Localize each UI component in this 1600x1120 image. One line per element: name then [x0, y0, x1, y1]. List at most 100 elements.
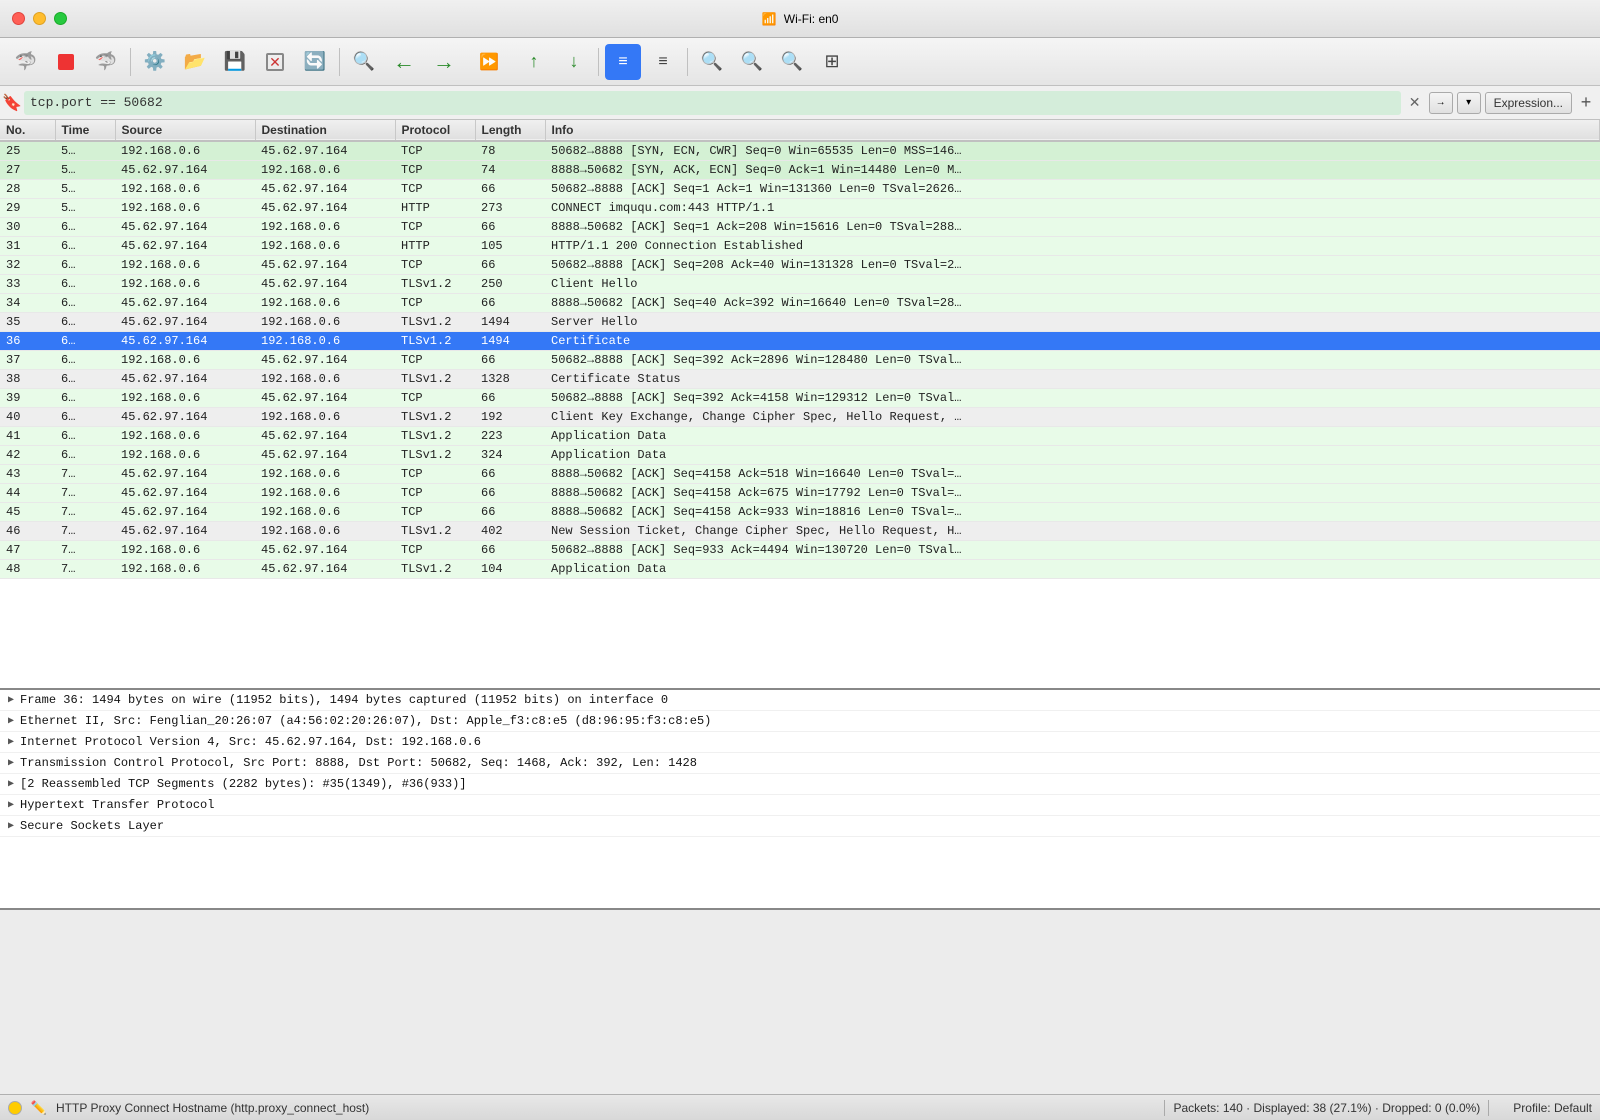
back-btn[interactable]: ← — [386, 44, 422, 80]
scroll-up-btn[interactable]: ↑ — [516, 44, 552, 80]
table-row[interactable]: 386…45.62.97.164192.168.0.6TLSv1.21328Ce… — [0, 370, 1600, 389]
columns-btn[interactable]: ⊞ — [814, 44, 850, 80]
cell-proto: TLSv1.2 — [395, 332, 475, 351]
table-row[interactable]: 356…45.62.97.164192.168.0.6TLSv1.21494Se… — [0, 313, 1600, 332]
close-window-btn[interactable] — [12, 12, 25, 25]
table-row[interactable]: 477…192.168.0.645.62.97.164TCP6650682→88… — [0, 541, 1600, 560]
collapse-all-btn[interactable]: ≡ — [645, 44, 681, 80]
table-row[interactable]: 255…192.168.0.645.62.97.164TCP7850682→88… — [0, 141, 1600, 161]
detail-item[interactable]: ▶Internet Protocol Version 4, Src: 45.62… — [0, 732, 1600, 753]
table-row[interactable]: 326…192.168.0.645.62.97.164TCP6650682→88… — [0, 256, 1600, 275]
cell-len: 192 — [475, 408, 545, 427]
table-row[interactable]: 487…192.168.0.645.62.97.164TLSv1.2104App… — [0, 560, 1600, 579]
settings-btn[interactable]: ⚙️ — [137, 44, 173, 80]
cell-proto: TCP — [395, 351, 475, 370]
cell-dst: 192.168.0.6 — [255, 294, 395, 313]
col-header-time: Time — [55, 120, 115, 141]
close-file-btn[interactable]: ✕ — [257, 44, 293, 80]
table-row[interactable]: 306…45.62.97.164192.168.0.6TCP668888→506… — [0, 218, 1600, 237]
filter-dropdown-btn[interactable]: ▾ — [1457, 92, 1481, 114]
zoom-in-btn[interactable]: 🔍 — [694, 44, 730, 80]
cell-time: 7… — [55, 560, 115, 579]
cell-src: 192.168.0.6 — [115, 256, 255, 275]
goto-icon: ⏩ — [479, 52, 499, 72]
detail-item[interactable]: ▶Ethernet II, Src: Fenglian_20:26:07 (a4… — [0, 711, 1600, 732]
detail-item[interactable]: ▶Secure Sockets Layer — [0, 816, 1600, 837]
table-row[interactable]: 366…45.62.97.164192.168.0.6TLSv1.21494Ce… — [0, 332, 1600, 351]
table-row[interactable]: 295…192.168.0.645.62.97.164HTTP273CONNEC… — [0, 199, 1600, 218]
start-capture-btn[interactable]: 🦈 — [8, 44, 44, 80]
table-row[interactable]: 426…192.168.0.645.62.97.164TLSv1.2324App… — [0, 446, 1600, 465]
cell-no: 40 — [0, 408, 55, 427]
cell-src: 45.62.97.164 — [115, 218, 255, 237]
goto-btn[interactable]: ⏩ — [466, 44, 512, 80]
detail-item[interactable]: ▶Frame 36: 1494 bytes on wire (11952 bit… — [0, 690, 1600, 711]
cell-no: 33 — [0, 275, 55, 294]
filter-bookmark-icon: 🔖 — [4, 95, 20, 111]
toolbar: 🦈 🦈 ⚙️ 📂 💾 ✕ 🔄 🔍 ← → ⏩ ↑ — [0, 38, 1600, 86]
packet-list-container: No. Time Source Destination Protocol Len… — [0, 120, 1600, 690]
table-row[interactable]: 406…45.62.97.164192.168.0.6TLSv1.2192Cli… — [0, 408, 1600, 427]
table-row[interactable]: 447…45.62.97.164192.168.0.6TCP668888→506… — [0, 484, 1600, 503]
save-btn[interactable]: 💾 — [217, 44, 253, 80]
statusbar: ✏️ HTTP Proxy Connect Hostname (http.pro… — [0, 1094, 1600, 1120]
forward-arrow-icon: → — [433, 49, 455, 75]
cell-dst: 192.168.0.6 — [255, 237, 395, 256]
maximize-window-btn[interactable] — [54, 12, 67, 25]
filter-input[interactable] — [24, 91, 1401, 115]
cell-time: 7… — [55, 541, 115, 560]
cell-src: 192.168.0.6 — [115, 141, 255, 161]
table-row[interactable]: 416…192.168.0.645.62.97.164TLSv1.2223App… — [0, 427, 1600, 446]
cell-proto: TCP — [395, 503, 475, 522]
col-header-dst: Destination — [255, 120, 395, 141]
cell-src: 192.168.0.6 — [115, 389, 255, 408]
table-row[interactable]: 376…192.168.0.645.62.97.164TCP6650682→88… — [0, 351, 1600, 370]
table-row[interactable]: 396…192.168.0.645.62.97.164TCP6650682→88… — [0, 389, 1600, 408]
filter-plus-btn[interactable]: + — [1576, 93, 1596, 113]
table-row[interactable]: 346…45.62.97.164192.168.0.6TCP668888→506… — [0, 294, 1600, 313]
status-edit-btn[interactable]: ✏️ — [30, 1099, 48, 1117]
cell-proto: TCP — [395, 180, 475, 199]
forward-btn[interactable]: → — [426, 44, 462, 80]
cell-src: 45.62.97.164 — [115, 370, 255, 389]
table-row[interactable]: 437…45.62.97.164192.168.0.6TCP668888→506… — [0, 465, 1600, 484]
restart-capture-btn[interactable]: 🦈 — [88, 44, 124, 80]
cell-len: 66 — [475, 541, 545, 560]
table-row[interactable]: 467…45.62.97.164192.168.0.6TLSv1.2402New… — [0, 522, 1600, 541]
edit-icon: ✏️ — [31, 1100, 47, 1115]
detail-item[interactable]: ▶Transmission Control Protocol, Src Port… — [0, 753, 1600, 774]
expand-all-btn[interactable]: ≡ — [605, 44, 641, 80]
table-row[interactable]: 285…192.168.0.645.62.97.164TCP6650682→88… — [0, 180, 1600, 199]
cell-no: 32 — [0, 256, 55, 275]
table-row[interactable]: 316…45.62.97.164192.168.0.6HTTP105HTTP/1… — [0, 237, 1600, 256]
cell-info: 8888→50682 [ACK] Seq=4158 Ack=933 Win=18… — [545, 503, 1600, 522]
status-left-text: HTTP Proxy Connect Hostname (http.proxy_… — [56, 1101, 1156, 1115]
cell-src: 45.62.97.164 — [115, 313, 255, 332]
cell-no: 36 — [0, 332, 55, 351]
open-file-btn[interactable]: 📂 — [177, 44, 213, 80]
cell-time: 6… — [55, 408, 115, 427]
table-row[interactable]: 457…45.62.97.164192.168.0.6TCP668888→506… — [0, 503, 1600, 522]
expression-btn[interactable]: Expression... — [1485, 92, 1572, 114]
minimize-window-btn[interactable] — [33, 12, 46, 25]
cell-src: 45.62.97.164 — [115, 465, 255, 484]
filter-arrow-btn[interactable]: → — [1429, 92, 1453, 114]
reload-btn[interactable]: 🔄 — [297, 44, 333, 80]
detail-item[interactable]: ▶Hypertext Transfer Protocol — [0, 795, 1600, 816]
stop-capture-btn[interactable] — [48, 44, 84, 80]
search-btn[interactable]: 🔍 — [346, 44, 382, 80]
filter-clear-btn[interactable]: ✕ — [1405, 93, 1425, 113]
cell-no: 34 — [0, 294, 55, 313]
cell-time: 6… — [55, 237, 115, 256]
packet-list-scroll[interactable]: No. Time Source Destination Protocol Len… — [0, 120, 1600, 660]
cell-dst: 192.168.0.6 — [255, 522, 395, 541]
zoom-out-btn[interactable]: 🔍 — [734, 44, 770, 80]
table-row[interactable]: 275…45.62.97.164192.168.0.6TCP748888→506… — [0, 161, 1600, 180]
capture-status-indicator — [8, 1101, 22, 1115]
scroll-down-btn[interactable]: ↓ — [556, 44, 592, 80]
detail-item[interactable]: ▶[2 Reassembled TCP Segments (2282 bytes… — [0, 774, 1600, 795]
table-row[interactable]: 336…192.168.0.645.62.97.164TLSv1.2250Cli… — [0, 275, 1600, 294]
zoom-reset-btn[interactable]: 🔍 — [774, 44, 810, 80]
cell-len: 105 — [475, 237, 545, 256]
cell-info: 50682→8888 [ACK] Seq=392 Ack=4158 Win=12… — [545, 389, 1600, 408]
